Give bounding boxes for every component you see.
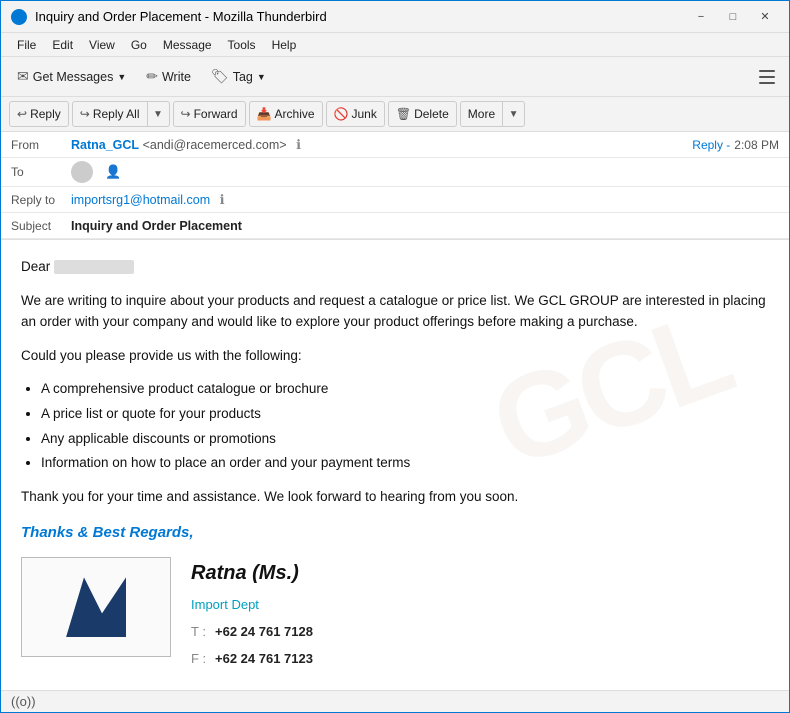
window-controls: − □ ✕ [687, 6, 779, 28]
reply-indicator: Reply - [692, 138, 730, 152]
main-window: Inquiry and Order Placement - Mozilla Th… [0, 0, 790, 713]
from-field: From Ratna_GCL <andi@racemerced.com> ℹ R… [1, 132, 789, 158]
from-label: From [11, 138, 71, 152]
list-item-3: Any applicable discounts or promotions [41, 428, 769, 450]
reply-all-dropdown[interactable]: ▼ [148, 101, 170, 127]
minimize-button[interactable]: − [687, 6, 715, 28]
tag-button[interactable]: 🏷 Tag ▼ [203, 64, 274, 89]
verify-icon: ℹ [296, 137, 301, 152]
reply-all-button[interactable]: ↪ Reply All [72, 101, 148, 127]
get-messages-button[interactable]: ✉ Get Messages ▼ [9, 64, 134, 89]
main-toolbar: ✉ Get Messages ▼ ✏ Write 🏷 Tag ▼ [1, 57, 789, 97]
to-field: To 👤 [1, 158, 789, 187]
sig-logo-box [21, 557, 171, 657]
menu-message[interactable]: Message [155, 36, 220, 54]
email-para1: We are writing to inquire about your pro… [21, 290, 769, 333]
reply-button[interactable]: ↩ Reply [9, 101, 69, 127]
to-label: To [11, 165, 71, 179]
sender-email: <andi@racemerced.com> [143, 138, 287, 152]
more-dropdown[interactable]: ▼ [503, 101, 525, 127]
tag-dropdown-icon: ▼ [257, 72, 266, 82]
junk-icon: 🚫 [334, 107, 349, 121]
subject-field: Subject Inquiry and Order Placement [1, 213, 789, 239]
forward-icon: ↪ [181, 107, 191, 121]
email-body: GCL Dear We are writing to inquire about… [1, 240, 789, 690]
menu-view[interactable]: View [81, 36, 123, 54]
signature: Ratna (Ms.) Import Dept T : +62 24 761 7… [21, 557, 769, 669]
email-para2: Could you please provide us with the fol… [21, 345, 769, 367]
status-bar: ((o)) [1, 690, 789, 712]
from-value: Ratna_GCL <andi@racemerced.com> ℹ [71, 137, 692, 153]
more-group: More ▼ [460, 101, 525, 127]
replyto-field: Reply to importsrg1@hotmail.com ℹ [1, 187, 789, 213]
archive-button[interactable]: 📥 Archive [249, 101, 323, 127]
app-icon [11, 9, 27, 25]
email-list: A comprehensive product catalogue or bro… [41, 378, 769, 473]
reply-all-group: ↪ Reply All ▼ [72, 101, 170, 127]
get-messages-dropdown-icon: ▼ [117, 72, 126, 82]
delete-button[interactable]: 🗑 Delete [388, 101, 457, 127]
to-verify-icon: 👤 [105, 164, 121, 180]
to-avatar [71, 161, 93, 183]
delete-icon: 🗑 [396, 107, 411, 121]
sig-dept: Import Dept [191, 595, 313, 616]
close-button[interactable]: ✕ [751, 6, 779, 28]
junk-button[interactable]: 🚫 Junk [326, 101, 385, 127]
wifi-icon: ((o)) [11, 694, 36, 709]
sig-phone-value: +62 24 761 7128 [215, 622, 313, 643]
get-messages-icon: ✉ [17, 68, 29, 85]
sig-t-label: T : [191, 622, 211, 643]
regards: Thanks & Best Regards, [21, 521, 769, 545]
sig-phone-line: T : +62 24 761 7128 [191, 622, 313, 643]
reply-all-icon: ↪ [80, 107, 90, 121]
hamburger-button[interactable] [753, 63, 781, 91]
replyto-value: importsrg1@hotmail.com ℹ [71, 192, 779, 208]
email-time: 2:08 PM [734, 138, 779, 152]
write-icon: ✏ [146, 68, 158, 85]
sig-logo-shape [66, 577, 126, 637]
subject-label: Subject [11, 219, 71, 233]
replyto-verify-icon: ℹ [220, 192, 225, 207]
window-title: Inquiry and Order Placement - Mozilla Th… [35, 9, 687, 24]
sig-fax-line: F : +62 24 761 7123 [191, 649, 313, 670]
sig-fax-value: +62 24 761 7123 [215, 649, 313, 670]
ham-line-3 [759, 82, 775, 84]
forward-button[interactable]: ↪ Forward [173, 101, 246, 127]
menu-help[interactable]: Help [264, 36, 305, 54]
title-bar: Inquiry and Order Placement - Mozilla Th… [1, 1, 789, 33]
sender-name[interactable]: Ratna_GCL [71, 138, 139, 152]
recipient-name-blurred [54, 260, 134, 274]
menu-edit[interactable]: Edit [44, 36, 81, 54]
tag-icon: 🏷 [211, 68, 229, 85]
subject-value: Inquiry and Order Placement [71, 219, 779, 233]
ham-line-1 [759, 70, 775, 72]
email-para3: Thank you for your time and assistance. … [21, 486, 769, 508]
list-item-2: A price list or quote for your products [41, 403, 769, 425]
list-item-4: Information on how to place an order and… [41, 452, 769, 474]
menu-go[interactable]: Go [123, 36, 155, 54]
email-header: ↩ Reply ↪ Reply All ▼ ↪ Forward 📥 Archiv… [1, 97, 789, 240]
maximize-button[interactable]: □ [719, 6, 747, 28]
reply-icon: ↩ [17, 107, 27, 121]
ham-line-2 [759, 76, 775, 78]
menu-bar: File Edit View Go Message Tools Help [1, 33, 789, 57]
menu-tools[interactable]: Tools [220, 36, 264, 54]
menu-file[interactable]: File [9, 36, 44, 54]
sig-f-label: F : [191, 649, 211, 670]
more-button[interactable]: More [460, 101, 503, 127]
list-item-1: A comprehensive product catalogue or bro… [41, 378, 769, 400]
write-button[interactable]: ✏ Write [138, 64, 199, 89]
archive-icon: 📥 [257, 107, 272, 121]
email-greeting: Dear [21, 256, 769, 278]
replyto-label: Reply to [11, 193, 71, 207]
email-content: Dear We are writing to inquire about you… [21, 256, 769, 670]
header-action-toolbar: ↩ Reply ↪ Reply All ▼ ↪ Forward 📥 Archiv… [1, 97, 789, 132]
sig-logo-inner [22, 558, 170, 656]
sig-name: Ratna (Ms.) [191, 557, 313, 589]
sig-info: Ratna (Ms.) Import Dept T : +62 24 761 7… [191, 557, 313, 669]
